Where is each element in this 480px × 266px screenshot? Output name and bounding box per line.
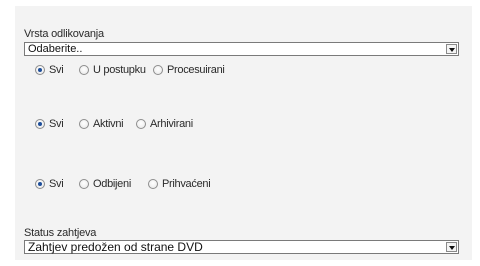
radio-button-icon[interactable] [79, 179, 89, 189]
radio-arhivirani[interactable]: Arhivirani [136, 117, 193, 131]
radio-svi-1[interactable]: Svi [35, 63, 64, 77]
radio-label: Prihvaćeni [162, 178, 211, 190]
radio-prihvaceni[interactable]: Prihvaćeni [148, 177, 211, 191]
radio-button-icon[interactable] [79, 119, 89, 129]
radio-button-icon[interactable] [153, 65, 163, 75]
status-zahtjeva-select[interactable]: Zahtjev predožen od strane DVD [24, 240, 459, 254]
radio-button-icon[interactable] [35, 179, 45, 189]
radio-svi-3[interactable]: Svi [35, 177, 64, 191]
radio-label: Arhivirani [150, 118, 193, 130]
vrsta-odlikovanja-label: Vrsta odlikovanja [24, 28, 104, 40]
status-zahtjeva-value: Zahtjev predožen od strane DVD [28, 240, 203, 254]
radio-aktivni[interactable]: Aktivni [79, 117, 124, 131]
radio-button-icon[interactable] [148, 179, 158, 189]
radio-u-postupku[interactable]: U postupku [79, 63, 146, 77]
filter-panel: Vrsta odlikovanja Odaberite.. Svi U post… [15, 6, 472, 260]
radio-label: Svi [49, 178, 64, 190]
radio-button-icon[interactable] [136, 119, 146, 129]
vrsta-odlikovanja-select[interactable]: Odaberite.. [24, 42, 459, 56]
radio-button-icon[interactable] [35, 119, 45, 129]
radio-procesuirani[interactable]: Procesuirani [153, 63, 225, 77]
radio-odbijeni[interactable]: Odbijeni [79, 177, 131, 191]
radio-svi-2[interactable]: Svi [35, 117, 64, 131]
vrsta-odlikovanja-value: Odaberite.. [28, 43, 83, 55]
radio-label: Odbijeni [93, 178, 131, 190]
chevron-down-icon[interactable] [446, 242, 457, 252]
radio-label: Aktivni [93, 118, 124, 130]
radio-button-icon[interactable] [35, 65, 45, 75]
radio-label: Svi [49, 118, 64, 130]
radio-label: Svi [49, 64, 64, 76]
status-zahtjeva-label: Status zahtjeva [24, 227, 97, 239]
radio-label: U postupku [93, 64, 146, 76]
chevron-down-icon[interactable] [446, 44, 457, 54]
radio-button-icon[interactable] [79, 65, 89, 75]
radio-label: Procesuirani [167, 64, 225, 76]
